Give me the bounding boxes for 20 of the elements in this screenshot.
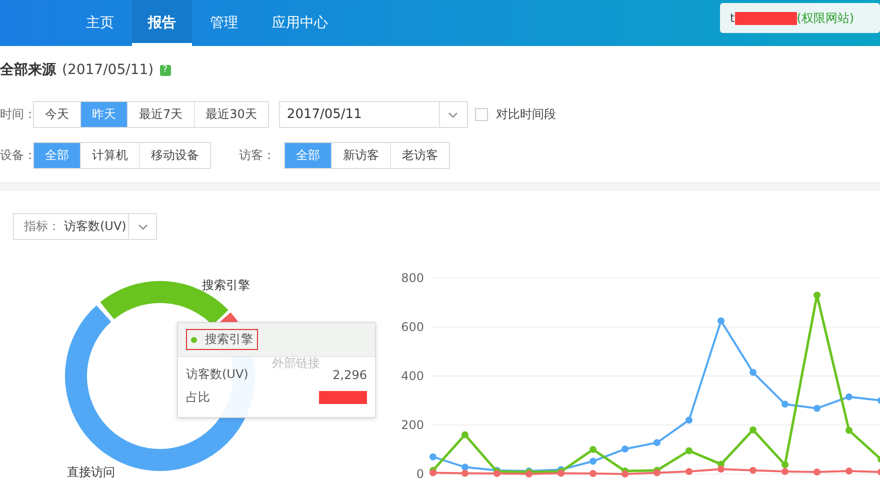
tooltip-label: 占比 [186,389,210,406]
page-title: 全部来源 [0,61,56,79]
segment-label: 直接访问 [67,464,115,481]
y-tick-label: 200 [401,418,424,432]
filter-label: 设备： [0,147,33,164]
filter-label: 访客： [239,147,276,164]
series-name: 搜索引擎 [205,331,253,348]
title-date: (2017/05/11) [62,62,154,78]
tooltip-label: 访客数(UV) [186,366,248,383]
segment-label: 外部链接 [272,355,320,372]
y-tick-label: 0 [416,467,424,481]
y-tick-label: 600 [401,320,424,334]
tooltip-value: 2,296 [332,368,367,382]
account-name: t [730,11,735,25]
segment-label: 搜索引擎 [202,277,250,294]
checkbox-label: 对比时间段 [496,106,556,123]
y-tick-label: 400 [401,369,424,383]
filter-label: 时间： [0,106,33,123]
y-tick-label: 800 [401,271,424,285]
account-scope: (权限网站) [796,10,854,26]
